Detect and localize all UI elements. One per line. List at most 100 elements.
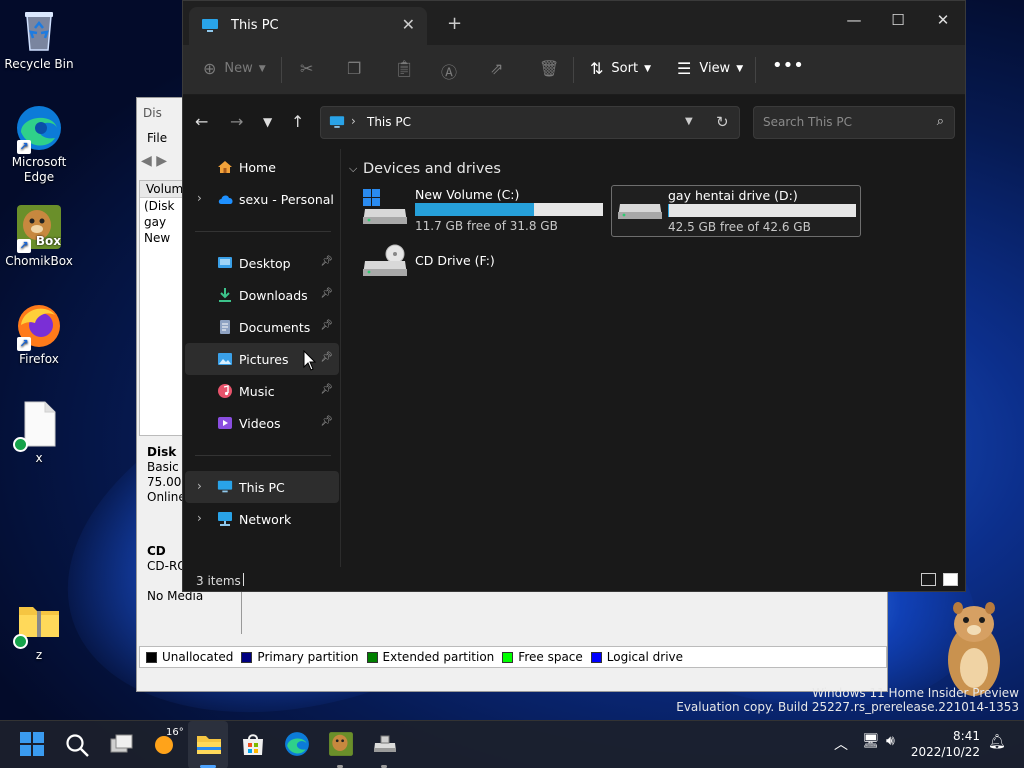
copy-button[interactable]: ❐ (347, 59, 369, 78)
desktop-icon-firefox[interactable]: ↗ Firefox (1, 301, 77, 367)
refresh-icon[interactable]: ↻ (716, 113, 729, 131)
back-forward-icon[interactable]: ◀ ▶ (141, 153, 167, 169)
disk-management-taskbar-icon[interactable] (372, 731, 400, 759)
show-hidden-icons-chevron-icon[interactable]: ︿ (834, 734, 848, 754)
nav-item-this-pc[interactable]: › This PC (185, 471, 339, 503)
back-arrow-icon[interactable]: ← (195, 112, 208, 131)
tab-close-icon[interactable]: ✕ (402, 15, 415, 34)
file-explorer-window[interactable]: This PC ✕ + — ☐ ✕ ⊕ New ▼ ✂ ❐ 📋︎ Ⓐ ⇗ 🗑︎ ⇅ S… (182, 0, 966, 592)
separator (755, 57, 756, 83)
nav-item-music[interactable]: Music 📌︎ (185, 375, 339, 407)
nav-label: Pictures (239, 352, 289, 367)
desktop-icon-label: ChomikBox (5, 254, 73, 268)
up-arrow-icon[interactable]: ↑ (291, 112, 304, 131)
breadcrumb-this-pc[interactable]: This PC (367, 115, 411, 129)
start-windows-icon[interactable] (19, 731, 47, 759)
pin-icon[interactable]: 📌︎ (320, 352, 333, 363)
view-button[interactable]: ☰ View ▼ (677, 59, 743, 78)
expand-chevron-icon[interactable]: › (197, 479, 202, 493)
menu-file[interactable]: File (147, 131, 167, 145)
drive-usage-bar (668, 204, 856, 217)
command-bar: ⊕ New ▼ ✂ ❐ 📋︎ Ⓐ ⇗ 🗑︎ ⇅ Sort ▼ ☰ View ▼ ••• (183, 45, 965, 95)
large-icons-view-icon[interactable] (943, 573, 958, 586)
volume-icon[interactable]: 🔊︎ (886, 733, 895, 749)
pin-icon[interactable]: 📌︎ (320, 384, 333, 395)
volume-column-header[interactable]: Volume (140, 181, 191, 198)
watermark-line-1: Windows 11 Home Insider Preview (812, 686, 1019, 700)
chomikbox-icon: Box ↗ (15, 203, 63, 253)
status-bar: 3 items (183, 567, 965, 593)
sort-button[interactable]: ⇅ Sort ▼ (590, 59, 651, 78)
volume-row[interactable]: (Disk (144, 198, 186, 214)
close-icon[interactable]: ✕ (920, 5, 966, 35)
address-dropdown-icon[interactable]: ▼ (685, 116, 693, 127)
system-clock[interactable]: 8:41 2022/10/22 (911, 728, 980, 760)
address-bar[interactable]: › This PC ▼ ↻ (320, 106, 740, 139)
desktop-icon-recycle-bin[interactable]: Recycle Bin (1, 6, 77, 72)
new-button[interactable]: ⊕ New ▼ (203, 59, 266, 78)
search-box[interactable]: Search This PC ⌕ (753, 106, 955, 139)
nav-item-onedrive[interactable]: › sexu - Personal (185, 183, 339, 215)
search-icon[interactable] (64, 732, 92, 760)
more-options-icon[interactable]: ••• (772, 55, 804, 76)
nav-item-home[interactable]: Home (185, 151, 339, 183)
nav-item-videos[interactable]: Videos 📌︎ (185, 407, 339, 439)
expand-chevron-icon[interactable]: › (197, 191, 202, 205)
title-bar[interactable]: This PC ✕ + — ☐ ✕ (183, 1, 965, 45)
nav-item-desktop[interactable]: Desktop 📌︎ (185, 247, 339, 279)
monitor-icon (329, 115, 345, 133)
address-row: ← → ▼ ↑ › This PC ▼ ↻ Search This PC ⌕ (183, 95, 965, 149)
cut-button[interactable]: ✂ (300, 59, 321, 78)
volume-list[interactable]: Volume (Disk gay New (139, 180, 191, 436)
navigation-pane[interactable]: Home › sexu - Personal Desktop 📌︎ Downlo… (183, 149, 341, 567)
search-icon: ⌕ (936, 114, 944, 129)
file-explorer-taskbar-icon[interactable] (195, 731, 223, 759)
search-input[interactable]: Search This PC (763, 115, 852, 129)
tab-this-pc[interactable]: This PC ✕ (189, 7, 427, 45)
weather-temperature: 16° (166, 727, 184, 738)
pin-icon[interactable]: 📌︎ (320, 320, 333, 331)
desktop-icon-z[interactable]: z (1, 597, 77, 663)
details-view-icon[interactable] (921, 573, 936, 586)
recycle-bin-icon (15, 6, 63, 54)
chomikbox-taskbar-icon[interactable] (328, 731, 356, 759)
desktop-icon-edge[interactable]: ↗ Microsoft Edge (1, 104, 77, 185)
group-header-devices[interactable]: Devices and drives (363, 161, 501, 177)
volume-row[interactable]: gay (144, 214, 186, 230)
microsoft-store-icon[interactable] (240, 731, 268, 759)
drive-free-space: 11.7 GB free of 31.8 GB (415, 219, 558, 233)
collapse-chevron-icon[interactable]: ⌵ (349, 162, 357, 176)
edge-taskbar-icon[interactable] (284, 731, 312, 759)
nav-item-documents[interactable]: Documents 📌︎ (185, 311, 339, 343)
trash-icon: 🗑︎ (539, 59, 560, 78)
delete-button[interactable]: 🗑︎ (539, 59, 567, 78)
pin-icon[interactable]: 📌︎ (320, 256, 333, 267)
paste-button[interactable]: 📋︎ (394, 59, 422, 78)
desktop-icon-chomikbox[interactable]: Box ↗ ChomikBox (1, 203, 77, 269)
drive-c[interactable]: New Volume (C:) 11.7 GB free of 31.8 GB (359, 185, 609, 237)
volume-row[interactable]: New (144, 230, 186, 246)
pin-icon[interactable]: 📌︎ (320, 416, 333, 427)
rename-button[interactable]: Ⓐ (441, 59, 465, 83)
nav-item-network[interactable]: › Network (185, 503, 339, 535)
share-button[interactable]: ⇗ (490, 59, 511, 78)
forward-arrow-icon[interactable]: → (230, 112, 243, 131)
new-tab-icon[interactable]: + (447, 13, 462, 34)
recent-locations-chevron-icon[interactable]: ▼ (263, 115, 272, 129)
drive-f[interactable]: CD Drive (F:) (359, 244, 609, 299)
pin-icon[interactable]: 📌︎ (320, 288, 333, 299)
taskbar: 16° ︿ 🖥︎ 🔊︎ 8:41 2022/10/22 🔔︎ (0, 720, 1024, 768)
task-view-icon[interactable] (108, 731, 136, 759)
notification-bell-icon[interactable]: 🔔︎ (988, 734, 1006, 750)
network-tray-icon[interactable]: 🖥︎ (862, 733, 880, 749)
nav-item-downloads[interactable]: Downloads 📌︎ (185, 279, 339, 311)
weather-widget[interactable]: 16° (152, 727, 184, 759)
drive-name: gay hentai drive (D:) (668, 188, 798, 203)
maximize-icon[interactable]: ☐ (875, 5, 921, 35)
drive-d[interactable]: gay hentai drive (D:) 42.5 GB free of 42… (611, 185, 861, 237)
desktop-icon-x[interactable]: x (1, 400, 77, 466)
expand-chevron-icon[interactable]: › (197, 511, 202, 525)
tab-title: This PC (231, 18, 279, 33)
minimize-icon[interactable]: — (831, 5, 877, 35)
file-list-area[interactable]: ⌵ Devices and drives New Volume (C:) 11.… (343, 149, 965, 567)
